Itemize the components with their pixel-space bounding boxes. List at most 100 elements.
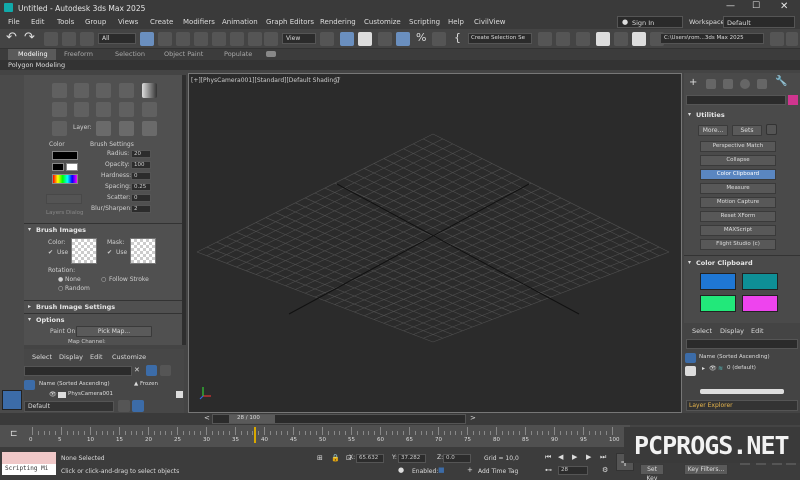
flight-studio-button[interactable]: Flight Studio (c) xyxy=(700,239,776,250)
command-panel-color-swatch[interactable] xyxy=(788,95,798,105)
project-path-field[interactable]: C:\Users\rom...3ds Max 2025 xyxy=(660,33,764,44)
toggle-scene-explorer-icon[interactable] xyxy=(576,32,590,46)
edit-named-selection-icon[interactable]: { xyxy=(454,31,461,44)
maxscript-mini-listener-field[interactable]: Scripting Mi xyxy=(2,464,56,475)
layer-side-icon-1[interactable] xyxy=(685,353,696,363)
utilities-collapse-icon[interactable]: ▾ xyxy=(688,111,691,118)
time-slider[interactable]: 28 / 100 xyxy=(212,414,466,424)
pivot-center-icon[interactable] xyxy=(320,32,334,46)
brush-image-settings-header[interactable]: Brush Image Settings xyxy=(36,303,115,311)
time-tag-icon[interactable]: + xyxy=(467,466,473,474)
utilities-tab-icon[interactable]: 🔧 xyxy=(775,76,787,87)
goto-end-icon[interactable]: ⏭ xyxy=(600,453,606,462)
select-scale-icon[interactable] xyxy=(248,32,262,46)
burn-icon[interactable] xyxy=(119,102,134,117)
color-clipboard-collapse-icon[interactable]: ▾ xyxy=(688,259,691,266)
adaptive-degradation-icon[interactable]: ● xyxy=(398,466,404,474)
background-color-swatch-black[interactable] xyxy=(52,163,64,171)
layer-options-icon[interactable] xyxy=(142,121,157,136)
spacing-field[interactable]: 0.25 xyxy=(131,183,151,191)
measure-button[interactable]: Measure xyxy=(700,183,776,194)
menu-tools[interactable]: Tools xyxy=(57,18,74,26)
sharpen-icon[interactable] xyxy=(74,102,89,117)
undo-icon[interactable]: ↶ xyxy=(6,30,17,45)
menu-file[interactable]: File xyxy=(8,18,20,26)
select-object-icon[interactable] xyxy=(140,32,154,46)
scene-options-icon[interactable] xyxy=(160,365,171,376)
layer-tab-select[interactable]: Select xyxy=(692,327,712,335)
layer-col-name[interactable]: Name (Sorted Ascending) xyxy=(699,354,770,360)
left-panel-scrollbar[interactable] xyxy=(182,75,186,345)
viewport-layout-tab[interactable] xyxy=(2,390,22,410)
sets-button[interactable]: Sets xyxy=(732,125,762,136)
menu-scripting[interactable]: Scripting xyxy=(409,18,440,26)
frozen-checkbox[interactable] xyxy=(176,391,183,398)
add-time-tag-label[interactable]: Add Time Tag xyxy=(478,468,518,475)
unlink-icon[interactable] xyxy=(62,32,76,46)
angle-snap-icon[interactable] xyxy=(396,32,410,46)
selection-lock-icon[interactable]: 🔒 xyxy=(331,454,340,462)
play-icon[interactable]: ▶ xyxy=(572,453,577,461)
clone-icon[interactable] xyxy=(96,83,111,98)
layer-settings-icon[interactable] xyxy=(132,400,144,412)
refresh-layer-icon[interactable] xyxy=(119,121,134,136)
menu-customize[interactable]: Customize xyxy=(364,18,401,26)
workspace-select[interactable]: Default xyxy=(723,16,795,28)
menu-create[interactable]: Create xyxy=(150,18,173,26)
scene-row-physcamera[interactable]: PhysCamera001 xyxy=(68,391,113,397)
tab-populate[interactable]: Populate xyxy=(224,50,252,58)
time-slider-thumb[interactable]: 28 / 100 xyxy=(229,415,275,423)
clipboard-swatch-1[interactable] xyxy=(700,273,736,290)
layer-scrollbar[interactable] xyxy=(700,389,784,394)
track-toggle-icon[interactable]: ⊏ xyxy=(10,429,18,439)
create-tab-icon[interactable]: + xyxy=(689,77,697,88)
scene-col-frozen[interactable]: ▲ Frozen xyxy=(134,381,158,387)
next-frame-icon[interactable]: ▶ xyxy=(586,453,591,461)
enabled-checkbox[interactable]: ■ xyxy=(438,466,445,474)
time-next-icon[interactable]: > xyxy=(470,414,476,422)
scene-tab-customize[interactable]: Customize xyxy=(112,353,146,361)
reference-coordinate-dropdown[interactable]: View xyxy=(282,33,316,44)
menu-edit[interactable]: Edit xyxy=(31,18,45,26)
color-brush-image[interactable] xyxy=(71,238,97,264)
snaps-toggle-icon[interactable] xyxy=(378,32,392,46)
goto-start-icon[interactable]: ⏮ xyxy=(545,453,551,462)
clipboard-swatch-3[interactable] xyxy=(700,295,736,312)
scene-tab-display[interactable]: Display xyxy=(59,353,83,361)
menu-modifiers[interactable]: Modifiers xyxy=(183,18,215,26)
scene-col-name[interactable]: Name (Sorted Ascending) xyxy=(39,381,110,387)
select-by-name-icon[interactable] xyxy=(158,32,172,46)
blur-sharpen-field[interactable]: 2 xyxy=(131,205,151,213)
color-use-checkbox[interactable]: ✔ xyxy=(48,249,53,256)
prev-frame-icon[interactable]: ◀ xyxy=(558,453,563,461)
layers-stack-icon[interactable] xyxy=(118,400,130,412)
bind-space-warp-icon[interactable] xyxy=(80,32,94,46)
filter-icon[interactable] xyxy=(146,365,157,376)
menu-graph-editors[interactable]: Graph Editors xyxy=(266,18,314,26)
fill-icon[interactable] xyxy=(119,83,134,98)
clear-search-icon[interactable]: ✕ xyxy=(134,366,140,374)
toggle-layer-explorer-icon[interactable] xyxy=(596,32,610,46)
brush-images-header[interactable]: Brush Images xyxy=(36,226,86,234)
smudge-icon[interactable] xyxy=(142,102,157,117)
layers-dialog-button[interactable] xyxy=(46,194,82,204)
layer-search-input[interactable] xyxy=(686,339,798,349)
set-key-button[interactable]: Set Key xyxy=(640,464,664,480)
background-color-swatch-white[interactable] xyxy=(66,163,78,171)
close-icon[interactable]: ✕ xyxy=(780,1,788,12)
blur-icon[interactable] xyxy=(52,102,67,117)
layer-side-icon-2[interactable] xyxy=(685,366,696,376)
reset-xform-button[interactable]: Reset XForm xyxy=(700,211,776,222)
redo-icon[interactable]: ↷ xyxy=(24,30,35,45)
scene-tab-select[interactable]: Select xyxy=(32,353,52,361)
layer-tab-edit[interactable]: Edit xyxy=(751,327,764,335)
brush-images-collapse-icon[interactable]: ▾ xyxy=(28,226,31,233)
brush-icon[interactable] xyxy=(52,83,67,98)
mirror-icon[interactable] xyxy=(538,32,552,46)
display-tab-icon[interactable] xyxy=(757,79,767,89)
selection-filter-dropdown[interactable]: All xyxy=(98,33,136,44)
brush-image-settings-collapse-icon[interactable]: ▸ xyxy=(28,303,31,310)
rotation-none-radio[interactable]: ● xyxy=(58,276,63,283)
mask-brush-image[interactable] xyxy=(130,238,156,264)
color-clipboard-header[interactable]: Color Clipboard xyxy=(696,259,753,267)
